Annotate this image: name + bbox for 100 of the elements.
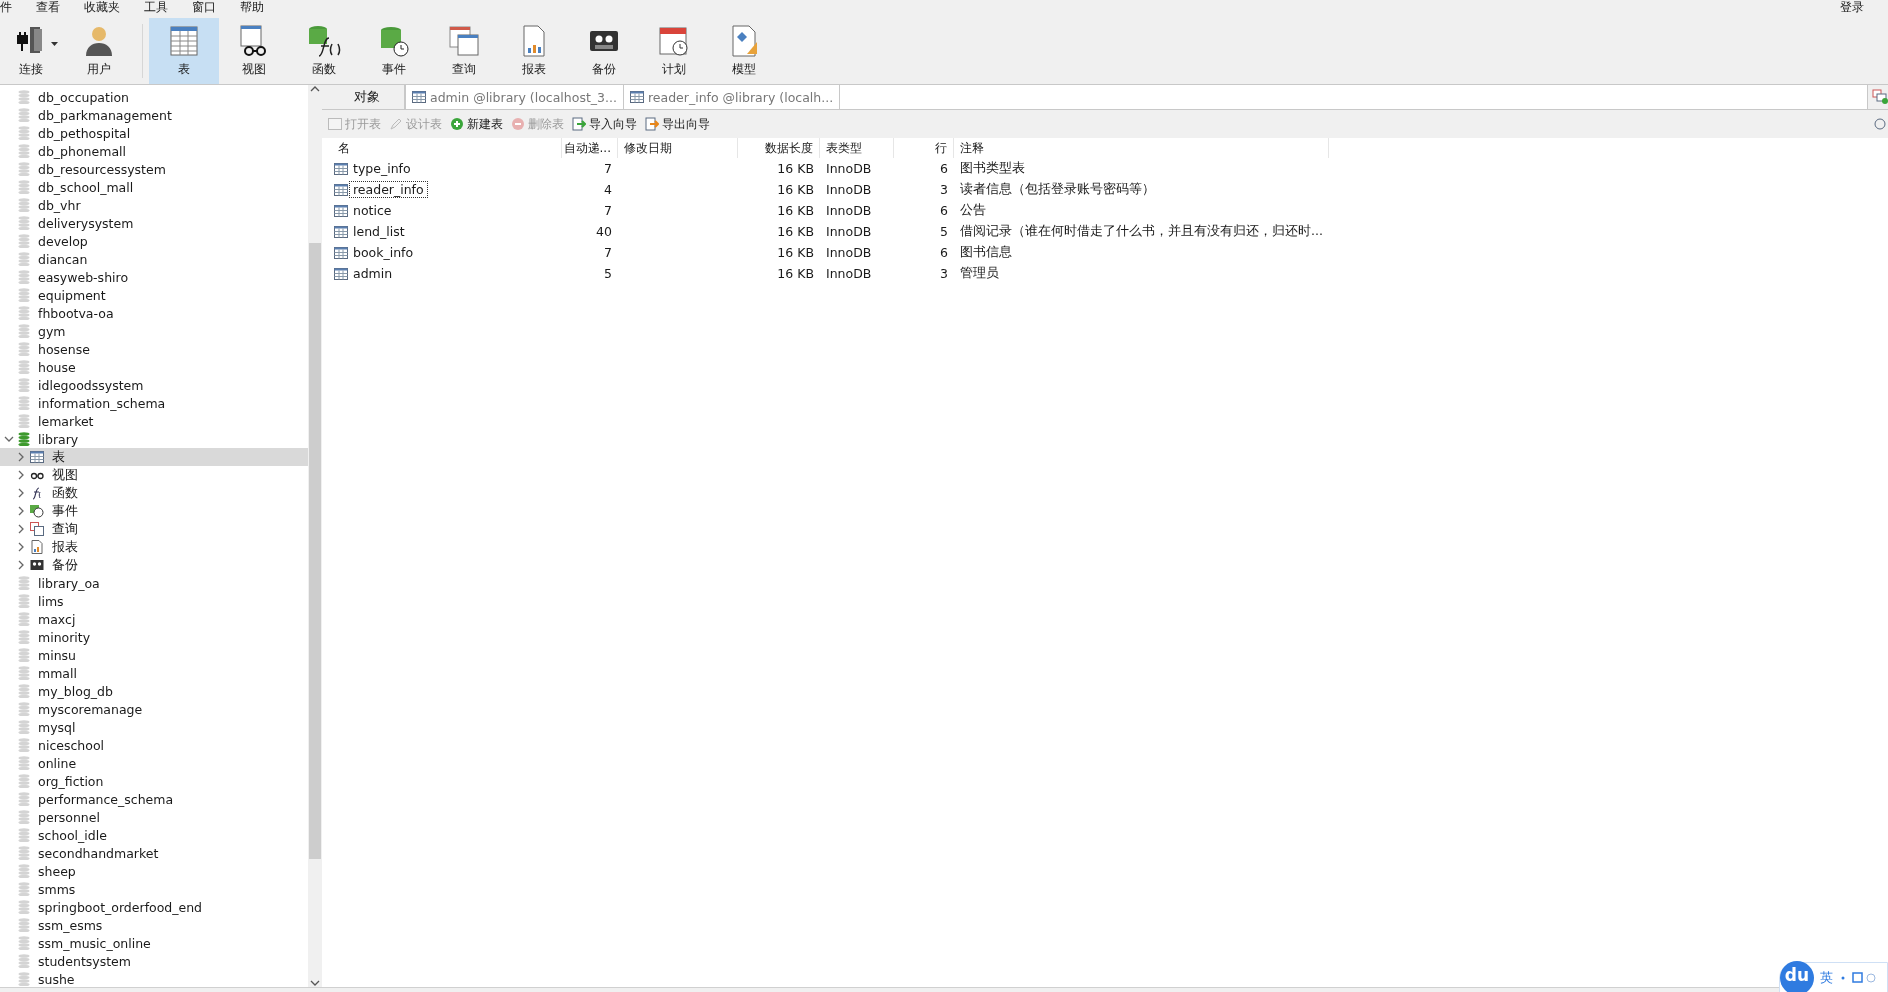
column-header[interactable]: 表类型 [820, 138, 894, 158]
column-header[interactable]: 自动递... [562, 138, 618, 158]
tree-item[interactable]: my_blog_db [0, 682, 308, 700]
toolbar-button[interactable]: 模型 [709, 18, 779, 84]
database-icon [18, 396, 30, 410]
toolbar-button[interactable]: 导出向导 [645, 115, 710, 133]
toolbar-button[interactable]: 函数 [289, 18, 359, 84]
menu-item[interactable]: 件 [0, 0, 24, 14]
tree-item[interactable]: minsu [0, 646, 308, 664]
tree-item[interactable]: sushe [0, 970, 308, 987]
table-cell-text: 5 [603, 265, 613, 283]
tree-item[interactable]: deliverysystem [0, 214, 308, 232]
tree-item[interactable]: personnel [0, 808, 308, 826]
table-name[interactable]: notice [350, 203, 395, 218]
tree-item[interactable]: ssm_music_online [0, 934, 308, 952]
tree-item[interactable]: equipment [0, 286, 308, 304]
database-icon [18, 342, 30, 356]
tree-item[interactable]: db_parkmanagement [0, 106, 308, 124]
tree-item[interactable]: 事件 [0, 502, 308, 520]
tree-item[interactable]: minority [0, 628, 308, 646]
column-header[interactable]: 行 [894, 138, 954, 158]
tree-item[interactable]: db_pethospital [0, 124, 308, 142]
toolbar-button[interactable]: 表 [149, 18, 219, 84]
database-icon [18, 234, 30, 248]
toolbar-button[interactable]: 视图 [219, 18, 289, 84]
toolbar-button[interactable]: 事件 [359, 18, 429, 84]
tables-icon[interactable] [1872, 89, 1888, 105]
tree-item[interactable]: ssm_esms [0, 916, 308, 934]
table-name[interactable]: admin [350, 266, 396, 281]
scrollbar[interactable] [308, 85, 322, 987]
tree-item[interactable]: library_oa [0, 574, 308, 592]
tree-item[interactable]: lemarket [0, 412, 308, 430]
menu-item[interactable]: 查看 [24, 0, 72, 14]
login-link[interactable]: 登录 [1840, 0, 1864, 14]
tree-item[interactable]: db_vhr [0, 196, 308, 214]
tree-item[interactable]: 查询 [0, 520, 308, 538]
tree-item[interactable]: diancan [0, 250, 308, 268]
toolbar-button[interactable]: 导入向导 [572, 115, 637, 133]
tree-item[interactable]: mmall [0, 664, 308, 682]
menu-item[interactable]: 窗口 [180, 0, 228, 14]
tree-item[interactable]: db_school_mall [0, 178, 308, 196]
tree-item[interactable]: niceschool [0, 736, 308, 754]
tree-item[interactable]: studentsystem [0, 952, 308, 970]
column-header[interactable]: 名 [332, 138, 562, 158]
tree-item[interactable]: gym [0, 322, 308, 340]
toolbar-button[interactable]: 查询 [429, 18, 499, 84]
tree-item[interactable]: performance_schema [0, 790, 308, 808]
toolbar-button[interactable]: 用户 [62, 18, 136, 84]
ime-toolbar[interactable]: du 英 [1779, 962, 1888, 992]
tree-item[interactable]: 报表 [0, 538, 308, 556]
caret-icon[interactable] [51, 42, 58, 47]
column-header[interactable]: 注释 [954, 138, 1329, 158]
tree-item[interactable]: house [0, 358, 308, 376]
tree-item[interactable]: information_schema [0, 394, 308, 412]
chevron-down-icon[interactable] [310, 979, 320, 987]
ime-mode[interactable]: 英 [1820, 969, 1833, 987]
tree-item[interactable]: maxcj [0, 610, 308, 628]
toolbar-button[interactable]: 报表 [499, 18, 569, 84]
menu-item[interactable]: 帮助 [228, 0, 276, 14]
toolbar-button[interactable]: 新建表 [450, 115, 503, 133]
tree-item[interactable]: sheep [0, 862, 308, 880]
tree-item[interactable]: smms [0, 880, 308, 898]
chevron-down-icon[interactable] [4, 434, 14, 444]
tree-item[interactable]: school_idle [0, 826, 308, 844]
menu-item[interactable]: 收藏夹 [72, 0, 132, 14]
toolbar-button[interactable]: 备份 [569, 18, 639, 84]
column-header[interactable]: 数据长度 [738, 138, 820, 158]
tree-item[interactable]: mysql [0, 718, 308, 736]
table-cell-text: InnoDB [825, 202, 873, 220]
menu-item[interactable]: 工具 [132, 0, 180, 14]
tree-item[interactable]: myscoremanage [0, 700, 308, 718]
table-name[interactable]: lend_list [350, 224, 408, 239]
tree-item[interactable]: online [0, 754, 308, 772]
tree-item[interactable]: db_occupation [0, 88, 308, 106]
tree-item[interactable]: lims [0, 592, 308, 610]
tree-item[interactable]: idlegoodssystem [0, 376, 308, 394]
tree-item[interactable]: hosense [0, 340, 308, 358]
tree-item[interactable]: org_fiction [0, 772, 308, 790]
column-header[interactable]: 修改日期 [618, 138, 738, 158]
tree-item[interactable]: library [0, 430, 308, 448]
tree-item[interactable]: 函数 [0, 484, 308, 502]
search-icon[interactable] [1874, 118, 1886, 130]
table-name[interactable]: type_info [350, 161, 414, 176]
tree-item[interactable]: develop [0, 232, 308, 250]
tree-item[interactable]: easyweb-shiro [0, 268, 308, 286]
tree-item[interactable]: 表 [0, 448, 308, 466]
table-icon [629, 90, 644, 104]
table-name[interactable]: reader_info [350, 182, 427, 197]
tree-item[interactable]: fhbootva-oa [0, 304, 308, 322]
tree-item[interactable]: db_phonemall [0, 142, 308, 160]
table-cell-text: 3 [939, 265, 949, 283]
tree-item[interactable]: db_resourcessystem [0, 160, 308, 178]
tree-item[interactable]: secondhandmarket [0, 844, 308, 862]
tree-item[interactable]: springboot_orderfood_end [0, 898, 308, 916]
toolbar-button[interactable]: 连接 [0, 18, 62, 84]
chevron-up-icon[interactable] [310, 85, 320, 93]
tree-item[interactable]: 视图 [0, 466, 308, 484]
toolbar-button[interactable]: 计划 [639, 18, 709, 84]
tree-item[interactable]: 备份 [0, 556, 308, 574]
table-name[interactable]: book_info [350, 245, 417, 260]
